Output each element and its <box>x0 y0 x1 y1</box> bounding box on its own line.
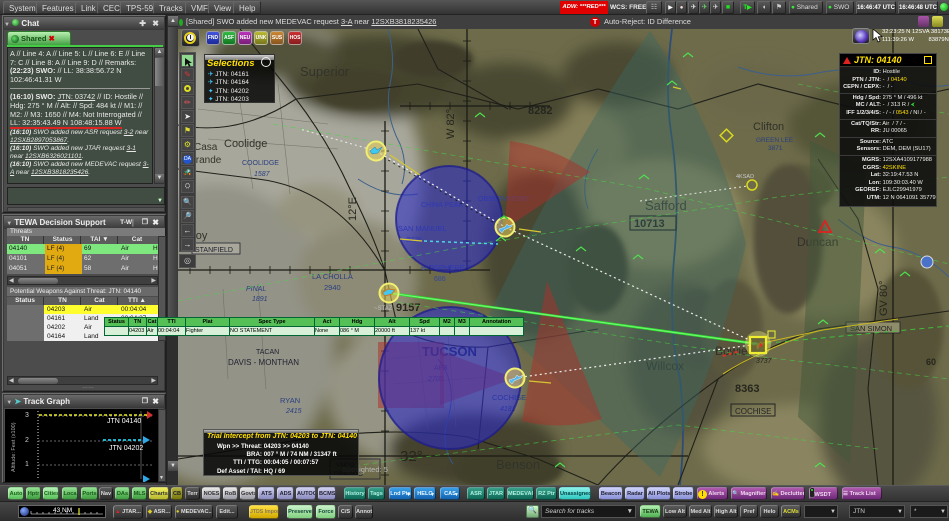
svg-text:TACAN: TACAN <box>256 349 279 356</box>
svg-text:12°E: 12°E <box>347 197 359 221</box>
svg-text:PINAL: PINAL <box>246 286 266 293</box>
svg-text:DAVIS - MONTHAN: DAVIS - MONTHAN <box>228 358 299 367</box>
svg-text:1891: 1891 <box>252 296 268 303</box>
svg-text:RYAN: RYAN <box>280 396 300 405</box>
svg-text:1587: 1587 <box>254 171 271 178</box>
svg-text:Spotlighted: 5: Spotlighted: 5 <box>342 465 388 474</box>
svg-text:Grande: Grande <box>188 155 222 166</box>
svg-text:8363: 8363 <box>735 383 759 395</box>
svg-text:~STAZ: ~STAZ <box>374 306 393 312</box>
svg-text:W 82°: W 82° <box>445 109 457 139</box>
svg-text:Benson: Benson <box>496 457 540 472</box>
svg-text:Casa: Casa <box>194 142 218 153</box>
svg-text:STANFIELD: STANFIELD <box>195 247 233 254</box>
svg-text:GV 80°: GV 80° <box>878 280 890 316</box>
svg-text:Superior: Superior <box>300 64 350 79</box>
svg-text:Coolidge: Coolidge <box>224 138 267 150</box>
svg-text:COCHISE: COCHISE <box>735 407 771 416</box>
svg-text:3737: 3737 <box>756 358 773 365</box>
svg-text:4KSAD: 4KSAD <box>736 174 754 180</box>
svg-text:LA CHOLLA: LA CHOLLA <box>312 272 353 281</box>
svg-text:2940: 2940 <box>324 283 341 292</box>
svg-text:COOLIDGE: COOLIDGE <box>242 160 279 167</box>
svg-text:Eloy: Eloy <box>186 230 208 242</box>
svg-text:60: 60 <box>926 357 936 367</box>
svg-text:8282: 8282 <box>528 105 552 117</box>
svg-text:GREEN LEE: GREEN LEE <box>756 137 794 144</box>
svg-text:32°: 32° <box>400 448 423 465</box>
svg-text:686: 686 <box>434 276 446 283</box>
svg-text:2415: 2415 <box>285 408 302 415</box>
svg-text:Clifton: Clifton <box>753 121 784 133</box>
svg-text:3871: 3871 <box>768 145 783 152</box>
